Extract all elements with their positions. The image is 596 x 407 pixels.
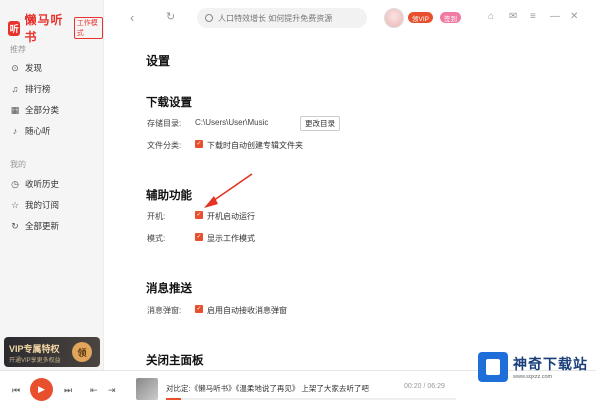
sidebar-item-history[interactable]: ◷ 收听历史 xyxy=(10,178,59,190)
grid-icon: ▦ xyxy=(10,105,20,115)
watermark: 神奇下载站 www.sqxzz.com xyxy=(478,350,592,384)
vip-claim-button[interactable]: 领 xyxy=(72,342,92,362)
sidebar-item-label: 随心听 xyxy=(25,126,51,136)
sidebar-item-categories[interactable]: ▦ 全部分类 xyxy=(10,104,59,116)
close-icon[interactable]: ✕ xyxy=(570,11,578,22)
menu-icon[interactable]: ≡ xyxy=(530,11,536,22)
ranking-icon: ♫ xyxy=(11,84,19,94)
sidebar-group-title-mine: 我的 xyxy=(10,160,26,169)
app-window: 听 懒马听书 工作模式 推荐 ⊙ 发现 ♫ 排行榜 ▦ 全部分类 ♪ 随心听 我… xyxy=(0,0,596,407)
watermark-logo-icon xyxy=(478,352,508,382)
sidebar-item-discover[interactable]: ⊙ 发现 xyxy=(10,62,42,74)
refresh-icon[interactable]: ↻ xyxy=(166,10,175,23)
progress-bar[interactable] xyxy=(166,398,456,400)
compass-icon: ⊙ xyxy=(11,63,19,73)
vip-promo-card[interactable]: VIP专属特权 开通VIP享更多权益 领 xyxy=(4,337,100,367)
search-input[interactable] xyxy=(218,13,363,23)
shirt-icon[interactable]: ⌂ xyxy=(488,11,494,22)
logo-text: 懒马听书 xyxy=(24,13,64,44)
sidebar-item-label: 发现 xyxy=(25,63,43,73)
star-icon: ☆ xyxy=(10,200,20,210)
sidebar-item-label: 全部更新 xyxy=(25,221,60,231)
sidebar-item-label: 收听历史 xyxy=(25,179,60,189)
vip-badge[interactable]: 领VIP xyxy=(408,12,433,23)
sidebar-item-radio[interactable]: ♪ 随心听 xyxy=(10,125,51,137)
sidebar-item-label: 排行榜 xyxy=(25,84,51,94)
rewind-icon[interactable]: ⇤ xyxy=(90,385,98,396)
track-cover[interactable] xyxy=(136,378,158,400)
play-button[interactable]: ▶ xyxy=(30,378,53,401)
minimize-icon[interactable]: — xyxy=(550,11,560,22)
radio-icon: ♪ xyxy=(12,126,18,136)
sidebar-item-updates[interactable]: ↻ 全部更新 xyxy=(10,220,59,232)
work-mode-badge[interactable]: 工作模式 xyxy=(73,17,103,39)
mail-icon[interactable]: ✉ xyxy=(509,11,517,22)
sidebar: 听 懒马听书 工作模式 推荐 ⊙ 发现 ♫ 排行榜 ▦ 全部分类 ♪ 随心听 我… xyxy=(0,0,104,370)
sidebar-item-subscriptions[interactable]: ☆ 我的订阅 xyxy=(10,199,59,211)
next-icon[interactable]: ⏭ xyxy=(64,385,72,396)
clock-icon: ◷ xyxy=(11,179,19,189)
refresh-icon: ↻ xyxy=(11,221,19,231)
forward-icon[interactable]: ⇥ xyxy=(108,385,116,396)
track-title: 对比定:《懒马听书》《温柔地说了再见》 上架了大家去听了吧 xyxy=(166,384,369,393)
logo-icon: 听 xyxy=(8,20,21,36)
settings-panel: 设置 下载设置 存储目录: C:\Users\User\Music 更改目录 文… xyxy=(104,36,596,370)
top-bar: ‹ ↻ 领VIP 签到 ⌂ ✉ ≡ — ✕ xyxy=(104,0,596,36)
checkin-badge[interactable]: 签到 xyxy=(440,12,461,23)
watermark-url: www.sqxzz.com xyxy=(513,374,553,380)
previous-icon[interactable]: ⏮ xyxy=(12,385,20,396)
watermark-title: 神奇下载站 xyxy=(513,356,588,372)
track-time: 00:20 / 06:29 xyxy=(404,383,445,390)
back-arrow-icon[interactable]: ‹ xyxy=(130,10,134,25)
sidebar-item-ranking[interactable]: ♫ 排行榜 xyxy=(10,83,51,95)
search-box[interactable] xyxy=(197,8,367,28)
sidebar-item-label: 全部分类 xyxy=(25,105,60,115)
sidebar-group-title-recommend: 推荐 xyxy=(10,45,26,54)
search-icon xyxy=(205,14,213,22)
annotation-arrow xyxy=(204,173,253,208)
sidebar-item-label: 我的订阅 xyxy=(25,200,60,210)
vip-subtitle: 开通VIP享更多权益 xyxy=(9,358,61,364)
vip-title: VIP专属特权 xyxy=(9,344,60,354)
avatar[interactable] xyxy=(384,8,404,28)
app-logo[interactable]: 听 懒马听书 工作模式 xyxy=(8,11,103,45)
progress-fill xyxy=(166,398,181,400)
